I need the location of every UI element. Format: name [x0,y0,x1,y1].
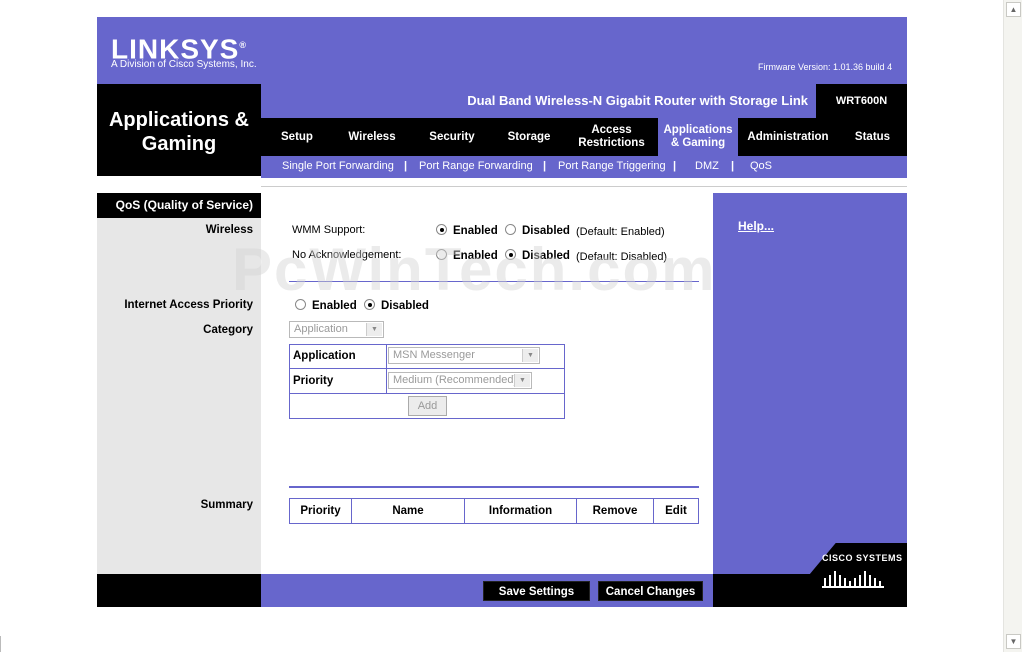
save-settings-button[interactable]: Save Settings [483,581,590,601]
summary-header-remove: Remove [576,498,654,524]
summary-header-name: Name [351,498,465,524]
application-label: Application [293,350,356,362]
wmm-disabled-label: Disabled [522,225,570,237]
category-select-value: Application [294,323,348,335]
wmm-disabled-radio[interactable] [505,224,516,235]
firmware-version: Firmware Version: 1.01.36 build 4 [758,62,893,72]
scroll-up-icon[interactable]: ▲ [1006,2,1021,17]
iap-disabled-radio[interactable] [364,299,375,310]
tab-status[interactable]: Status [838,118,907,156]
side-title: QoS (Quality of Service) [97,193,261,218]
application-select[interactable]: MSN Messenger ▼ [388,347,540,364]
chevron-down-icon: ▼ [366,323,382,336]
subtab-separator: | [404,160,408,172]
cancel-changes-button[interactable]: Cancel Changes [598,581,703,601]
summary-header-information: Information [464,498,577,524]
tab-access-restrictions[interactable]: Access Restrictions [565,118,658,156]
label-summary: Summary [200,499,253,511]
no-ack-enabled-label: Enabled [453,250,498,262]
no-ack-enabled-radio[interactable] [436,249,447,260]
help-link[interactable]: Help... [738,219,774,233]
model-number: WRT600N [816,84,907,118]
summary-header-edit: Edit [653,498,699,524]
tab-wireless[interactable]: Wireless [333,118,411,156]
label-internet-access-priority: Internet Access Priority [124,299,253,311]
priority-select[interactable]: Medium (Recommended) ▼ [388,372,532,389]
subtab-dmz[interactable]: DMZ [695,160,719,172]
tab-storage[interactable]: Storage [493,118,565,156]
help-panel [713,193,907,574]
main-tabs: Setup Wireless Security Storage Access R… [261,118,907,156]
iap-enabled-label: Enabled [312,300,357,312]
cisco-logo-text: CISCO SYSTEMS [822,553,903,563]
no-ack-label: No Acknowledgement: [292,249,402,261]
subtab-port-range-forwarding[interactable]: Port Range Forwarding [419,160,533,172]
subtab-separator: | [673,160,677,172]
chevron-down-icon: ▼ [514,374,530,387]
window-edge [0,636,4,652]
iap-enabled-radio[interactable] [295,299,306,310]
wmm-support-label: WMM Support: [292,224,366,236]
wmm-enabled-radio[interactable] [436,224,447,235]
product-name: Dual Band Wireless-N Gigabit Router with… [261,84,816,118]
tab-security[interactable]: Security [411,118,493,156]
subtab-port-range-triggering[interactable]: Port Range Triggering [558,160,666,172]
header-divider [261,178,907,187]
window-scrollbar[interactable]: ▲ ▼ [1003,0,1022,652]
section-title: Applications & Gaming [97,84,261,176]
category-select[interactable]: Application ▼ [289,321,384,338]
no-ack-disabled-label: Disabled [522,250,570,262]
side-panel [97,218,261,574]
sub-tabs: Single Port Forwarding | Port Range Forw… [261,156,907,178]
tab-administration[interactable]: Administration [738,118,838,156]
no-ack-disabled-radio[interactable] [505,249,516,260]
cisco-bridge-icon [822,571,884,588]
priority-label-cell: Priority [289,368,387,394]
cisco-logo: CISCO SYSTEMS [822,553,903,588]
label-wireless: Wireless [205,224,253,236]
wmm-enabled-label: Enabled [453,225,498,237]
label-category: Category [203,324,253,336]
scroll-down-icon[interactable]: ▼ [1006,634,1021,649]
subtab-single-port-forwarding[interactable]: Single Port Forwarding [282,160,394,172]
subtab-separator: | [731,160,735,172]
add-button[interactable]: Add [408,396,447,416]
summary-top-line [289,486,699,488]
chevron-down-icon: ▼ [522,349,538,362]
application-select-value: MSN Messenger [393,349,475,361]
subtab-qos[interactable]: QoS [750,160,772,172]
summary-header-priority: Priority [289,498,352,524]
tab-setup[interactable]: Setup [261,118,333,156]
footer-left [97,574,261,607]
application-label-cell: Application [289,344,387,369]
tab-applications-gaming[interactable]: Applications & Gaming [658,118,738,156]
brand-subtitle: A Division of Cisco Systems, Inc. [111,59,257,70]
section-divider [289,281,699,282]
subtab-separator: | [543,160,547,172]
priority-label: Priority [293,375,334,387]
wmm-default-note: (Default: Enabled) [576,226,665,238]
iap-disabled-label: Disabled [381,300,429,312]
priority-select-value: Medium (Recommended) [393,374,518,386]
no-ack-default-note: (Default: Disabled) [576,251,668,263]
